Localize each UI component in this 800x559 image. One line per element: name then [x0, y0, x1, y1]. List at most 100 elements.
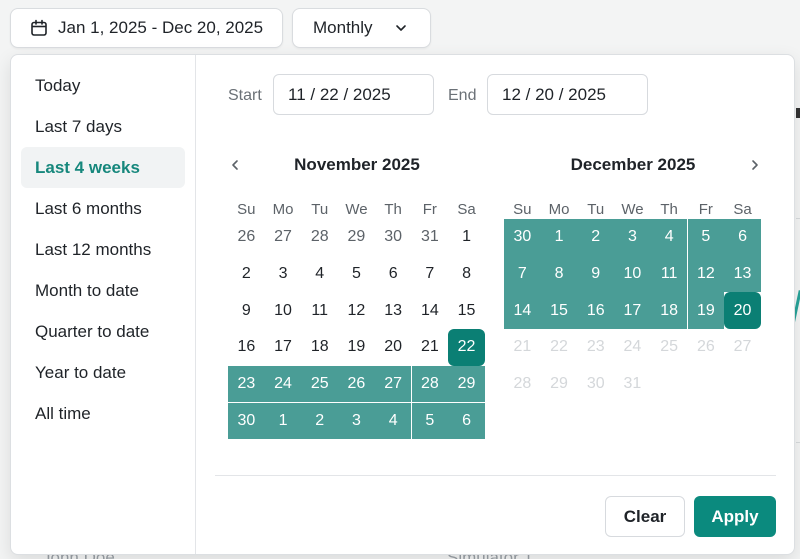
calendar-day[interactable]: 1 — [448, 219, 485, 256]
preset-last-4-weeks[interactable]: Last 4 weeks — [21, 147, 185, 188]
calendar-day[interactable]: 30 — [375, 219, 412, 256]
calendar-day[interactable]: 12 — [687, 255, 725, 293]
calendar-day[interactable]: 6 — [375, 256, 412, 293]
preset-last-6-months[interactable]: Last 6 months — [21, 188, 185, 229]
calendar-day[interactable]: 29 — [448, 365, 485, 403]
calendar-day[interactable]: 21 — [412, 329, 449, 366]
calendar-day[interactable]: 2 — [228, 256, 265, 293]
calendar-day[interactable]: 2 — [301, 402, 339, 440]
calendar-day[interactable]: 10 — [265, 292, 302, 329]
weekday-header: Fr — [698, 201, 713, 218]
preset-last-12-months[interactable]: Last 12 months — [21, 229, 185, 270]
calendar-day[interactable]: 8 — [540, 255, 578, 293]
calendar-day[interactable]: 18 — [650, 292, 688, 330]
calendar-day[interactable]: 1 — [540, 219, 578, 256]
calendar-day[interactable]: 12 — [338, 292, 375, 329]
calendar-day: 26 — [696, 338, 715, 356]
weekday-header: Fr — [422, 201, 437, 218]
background-edge-line — [796, 108, 800, 118]
end-date-label: End — [448, 87, 477, 104]
date-range-popover: Today Last 7 days Last 4 weeks Last 6 month… — [10, 54, 795, 555]
calendar-day[interactable]: 15 — [540, 292, 578, 330]
calendar-day: 25 — [660, 338, 679, 356]
calendar-day[interactable]: 9 — [228, 292, 265, 329]
calendar-day[interactable]: 19 — [687, 292, 725, 330]
apply-button[interactable]: Apply — [694, 496, 776, 537]
calendar-day: 22 — [550, 338, 568, 356]
calendar-day[interactable]: 13 — [724, 255, 761, 293]
start-date-label: Start — [228, 87, 262, 104]
start-date-input[interactable]: 11 / 22 / 2025 — [273, 74, 434, 115]
preset-all-time[interactable]: All time — [21, 393, 185, 434]
period-select[interactable]: Monthly — [292, 8, 431, 48]
calendar-day[interactable]: 3 — [338, 402, 375, 440]
calendar-day[interactable]: 5 — [338, 256, 375, 293]
calendar-day[interactable]: 18 — [301, 329, 338, 366]
weekday-header: Tu — [587, 201, 605, 218]
calendar-day[interactable]: 22 — [448, 329, 485, 366]
calendar-day[interactable]: 2 — [577, 219, 615, 256]
calendar-day[interactable]: 17 — [614, 292, 651, 330]
period-select-label: Monthly — [313, 18, 373, 37]
calendar-day[interactable]: 6 — [448, 402, 485, 440]
preset-quarter-to-date[interactable]: Quarter to date — [21, 311, 185, 352]
calendar-day[interactable]: 3 — [265, 256, 302, 293]
calendar-day[interactable]: 26 — [228, 219, 265, 256]
preset-today[interactable]: Today — [21, 65, 185, 106]
calendar-day: 21 — [513, 338, 532, 356]
calendar-day[interactable]: 28 — [301, 219, 338, 256]
calendar-day[interactable]: 4 — [301, 256, 338, 293]
calendar-day[interactable]: 11 — [301, 292, 338, 329]
preset-month-to-date[interactable]: Month to date — [21, 270, 185, 311]
preset-last-7-days[interactable]: Last 7 days — [21, 106, 185, 147]
calendar-day[interactable]: 7 — [412, 256, 449, 293]
calendar-day[interactable]: 17 — [265, 329, 302, 366]
calendar-day[interactable]: 11 — [650, 255, 688, 293]
calendar-day[interactable]: 10 — [614, 255, 651, 293]
clear-button[interactable]: Clear — [605, 496, 685, 537]
preset-year-to-date[interactable]: Year to date — [21, 352, 185, 393]
calendar-day[interactable]: 23 — [228, 365, 265, 403]
calendar-day[interactable]: 25 — [301, 365, 339, 403]
calendar-day[interactable]: 20 — [375, 329, 412, 366]
calendar-day[interactable]: 16 — [577, 292, 615, 330]
weekday-header: Th — [384, 201, 402, 218]
calendar-day[interactable]: 19 — [338, 329, 375, 366]
calendar-day[interactable]: 29 — [338, 219, 375, 256]
calendar-day[interactable]: 24 — [264, 365, 302, 403]
calendar-day[interactable]: 30 — [504, 219, 541, 256]
calendar-day[interactable]: 1 — [264, 402, 302, 440]
calendar-day[interactable]: 26 — [338, 365, 375, 403]
calendar-day[interactable]: 28 — [411, 365, 449, 403]
weekday-header: Su — [513, 201, 532, 218]
end-date-input[interactable]: 12 / 20 / 2025 — [487, 74, 648, 115]
calendar-day[interactable]: 16 — [228, 329, 265, 366]
calendar-day[interactable]: 30 — [228, 402, 265, 440]
calendar-day[interactable]: 7 — [504, 255, 541, 293]
calendar-day: 24 — [623, 338, 642, 356]
calendar-day[interactable]: 8 — [448, 256, 485, 293]
weekday-header: Mo — [548, 201, 570, 218]
date-range-button[interactable]: Jan 1, 2025 - Dec 20, 2025 — [10, 8, 283, 48]
footer-divider — [215, 475, 776, 476]
calendar-day[interactable]: 6 — [724, 219, 761, 256]
calendar-day[interactable]: 27 — [265, 219, 302, 256]
weekday-header: Tu — [311, 201, 329, 218]
calendar-day: 30 — [586, 375, 605, 393]
calendar-day[interactable]: 31 — [412, 219, 449, 256]
month-title-december: December 2025 — [570, 155, 696, 174]
calendar-day[interactable]: 14 — [504, 292, 541, 330]
next-month-button[interactable] — [744, 154, 766, 176]
calendar-day[interactable]: 20 — [724, 292, 761, 330]
calendar-day[interactable]: 5 — [411, 402, 449, 440]
calendar-day[interactable]: 9 — [577, 255, 615, 293]
calendar-day[interactable]: 14 — [412, 292, 449, 329]
calendar-day[interactable]: 5 — [687, 219, 725, 256]
background-edge-line — [796, 442, 800, 443]
calendar-day[interactable]: 4 — [374, 402, 412, 440]
calendar-day[interactable]: 15 — [448, 292, 485, 329]
calendar-day[interactable]: 3 — [614, 219, 651, 256]
calendar-day[interactable]: 4 — [650, 219, 688, 256]
calendar-day[interactable]: 13 — [375, 292, 412, 329]
calendar-day[interactable]: 27 — [374, 365, 412, 403]
